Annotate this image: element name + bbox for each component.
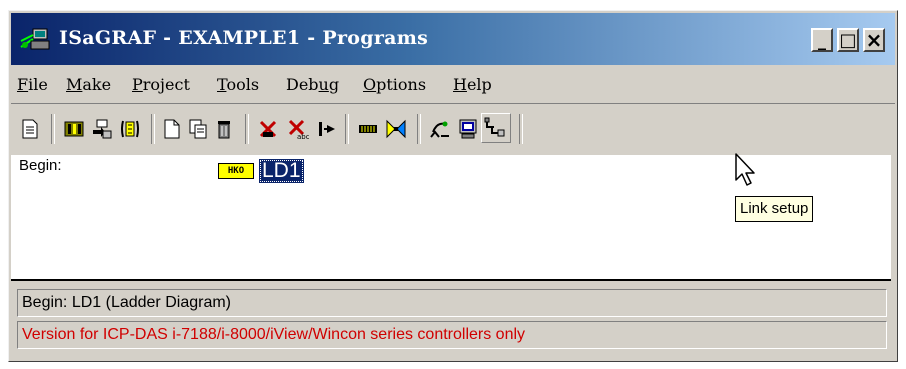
status-line-program: Begin: LD1 (Ladder Diagram): [17, 289, 887, 317]
toolbar-separator: [51, 114, 55, 144]
program-item-ld1[interactable]: LD1: [259, 159, 304, 183]
menu-make-label: ake: [82, 75, 112, 94]
toolbar: abc: [11, 103, 895, 154]
menu-help[interactable]: Help: [453, 75, 492, 94]
menu-debug-label-end: g: [328, 75, 340, 94]
menu-project-label: roject: [142, 75, 190, 94]
simulate-icon[interactable]: [385, 118, 407, 140]
link-setup-button[interactable]: [481, 113, 511, 143]
menu-make[interactable]: Make: [66, 75, 111, 94]
toolbar-separator: [345, 114, 349, 144]
io-connection-icon[interactable]: [91, 118, 113, 140]
maximize-button[interactable]: □: [837, 28, 859, 52]
app-window: ISaGRAF - EXAMPLE1 - Programs _ □ × File…: [8, 10, 898, 362]
target-icon[interactable]: [457, 118, 479, 140]
close-button[interactable]: ×: [863, 28, 885, 52]
window-title: ISaGRAF - EXAMPLE1 - Programs: [59, 27, 429, 49]
menu-debug-accel: u: [318, 75, 329, 94]
menu-file-accel: F: [17, 75, 29, 94]
io-list-icon[interactable]: [119, 118, 141, 140]
menu-options-accel: O: [363, 75, 377, 94]
dictionary-icon[interactable]: [63, 118, 85, 140]
new-program-icon[interactable]: [161, 118, 183, 140]
toolbar-separator: [245, 114, 249, 144]
svg-text:abc: abc: [297, 133, 309, 140]
menu-file-label: ile: [28, 75, 48, 94]
compile-icon[interactable]: [357, 118, 379, 140]
menu-help-accel: H: [453, 75, 467, 94]
menu-file[interactable]: File: [17, 75, 48, 94]
mouse-cursor-icon: [735, 153, 755, 186]
menu-debug-label-start: Deb: [286, 75, 319, 94]
toolbar-separator: [519, 114, 523, 144]
menu-tools-label: ools: [226, 75, 260, 94]
link-setup-icon: [484, 117, 505, 137]
disable-icon[interactable]: [257, 118, 279, 140]
menu-tools[interactable]: Tools: [217, 75, 259, 94]
edit-properties-icon[interactable]: [19, 118, 41, 140]
status-line-version: Version for ICP-DAS i-7188/i-8000/iView/…: [17, 321, 887, 349]
toolbar-separator: [417, 114, 421, 144]
menu-project[interactable]: Project: [132, 75, 190, 94]
title-bar[interactable]: ISaGRAF - EXAMPLE1 - Programs _ □ ×: [11, 13, 895, 65]
toolbar-separator: [151, 114, 155, 144]
menu-help-label: elp: [466, 75, 492, 94]
debug-icon[interactable]: [429, 118, 451, 140]
menu-make-accel: M: [66, 75, 83, 94]
menu-project-accel: P: [132, 75, 143, 94]
menu-options-label: ptions: [376, 75, 427, 94]
isagraf-app-icon: [20, 28, 50, 50]
menu-debug[interactable]: Debug: [286, 75, 339, 94]
delete-program-icon[interactable]: [213, 118, 235, 140]
step-icon[interactable]: [315, 118, 337, 140]
minimize-button[interactable]: _: [811, 28, 833, 52]
verify-icon[interactable]: abc: [287, 118, 309, 140]
copy-program-icon[interactable]: [187, 118, 209, 140]
tooltip-link-setup: Link setup: [735, 196, 814, 222]
begin-section-label: Begin:: [19, 157, 62, 174]
menu-bar: File Make Project Tools Debug Options He…: [11, 69, 895, 99]
ladder-diagram-icon: HKO: [218, 163, 254, 179]
menu-options[interactable]: Options: [363, 75, 426, 94]
